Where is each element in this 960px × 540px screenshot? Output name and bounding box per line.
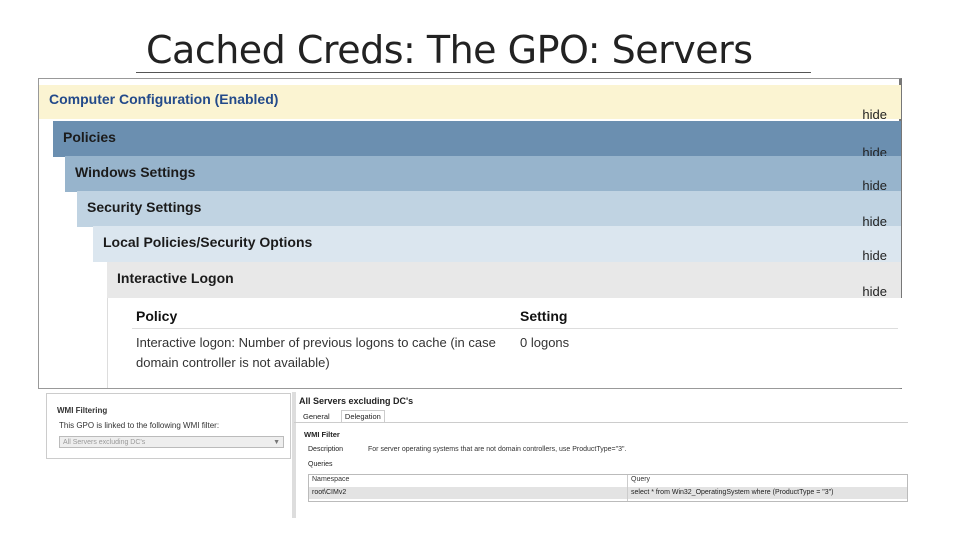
queries-label: Queries	[308, 461, 333, 468]
title-underline	[136, 72, 811, 73]
query-cell: select * from Win32_OperatingSystem wher…	[631, 489, 834, 496]
section-computer-configuration[interactable]: Computer Configuration (Enabled) hide	[39, 85, 901, 122]
wmi-filtering-heading: WMI Filtering	[57, 406, 108, 415]
wmi-filter-heading: WMI Filter	[304, 430, 340, 439]
tab-bar: General Delegation	[300, 410, 391, 422]
column-header-namespace: Namespace	[312, 476, 350, 483]
section-policies[interactable]: Policies hide	[53, 121, 901, 160]
wmi-filter-title: All Servers excluding DC's	[299, 396, 414, 406]
tab-general[interactable]: General	[300, 411, 333, 422]
policy-table: Policy Setting Interactive logon: Number…	[107, 298, 902, 388]
section-security-settings[interactable]: Security Settings hide	[77, 191, 901, 229]
hide-link[interactable]: hide	[862, 284, 887, 299]
section-label: Computer Configuration (Enabled)	[49, 91, 279, 107]
column-header-policy: Policy	[136, 308, 178, 324]
description-value: For server operating systems that are no…	[368, 446, 627, 453]
column-header-setting: Setting	[520, 308, 568, 324]
wmi-filtering-text: This GPO is linked to the following WMI …	[59, 421, 220, 430]
wmi-filtering-panel: WMI Filtering This GPO is linked to the …	[46, 393, 291, 459]
wmi-filter-selected-value: All Servers excluding DC's	[63, 439, 146, 446]
section-windows-settings[interactable]: Windows Settings hide	[65, 156, 901, 193]
chevron-down-icon: ▼	[273, 439, 280, 446]
section-label: Policies	[63, 129, 116, 145]
namespace-cell: root\CIMv2	[312, 489, 347, 496]
header-divider	[132, 328, 898, 329]
queries-table: Namespace Query root\CIMv2 select * from…	[308, 474, 908, 502]
section-label: Security Settings	[87, 199, 202, 215]
section-interactive-logon[interactable]: Interactive Logon hide	[107, 262, 901, 299]
section-label: Local Policies/Security Options	[103, 234, 313, 250]
gpo-report-panel: Computer Configuration (Enabled) hide Po…	[38, 78, 902, 389]
wmi-filter-select[interactable]: All Servers excluding DC's ▼	[59, 436, 284, 448]
hide-link[interactable]: hide	[862, 107, 887, 122]
column-divider	[627, 475, 628, 501]
scrollbar[interactable]	[292, 392, 296, 518]
hide-link[interactable]: hide	[862, 248, 887, 263]
policy-cell: Interactive logon: Number of previous lo…	[136, 335, 496, 370]
setting-cell: 0 logons	[520, 335, 570, 350]
tab-delegation[interactable]: Delegation	[340, 410, 385, 422]
slide-title: Cached Creds: The GPO: Servers	[146, 28, 753, 72]
description-label: Description	[308, 446, 344, 453]
section-security-options[interactable]: Local Policies/Security Options hide	[93, 226, 901, 263]
wmi-filter-details-panel: All Servers excluding DC's General Deleg…	[292, 392, 908, 518]
tab-divider	[294, 422, 908, 423]
section-label: Interactive Logon	[117, 270, 234, 286]
column-header-query: Query	[631, 476, 651, 483]
section-label: Windows Settings	[75, 164, 196, 180]
